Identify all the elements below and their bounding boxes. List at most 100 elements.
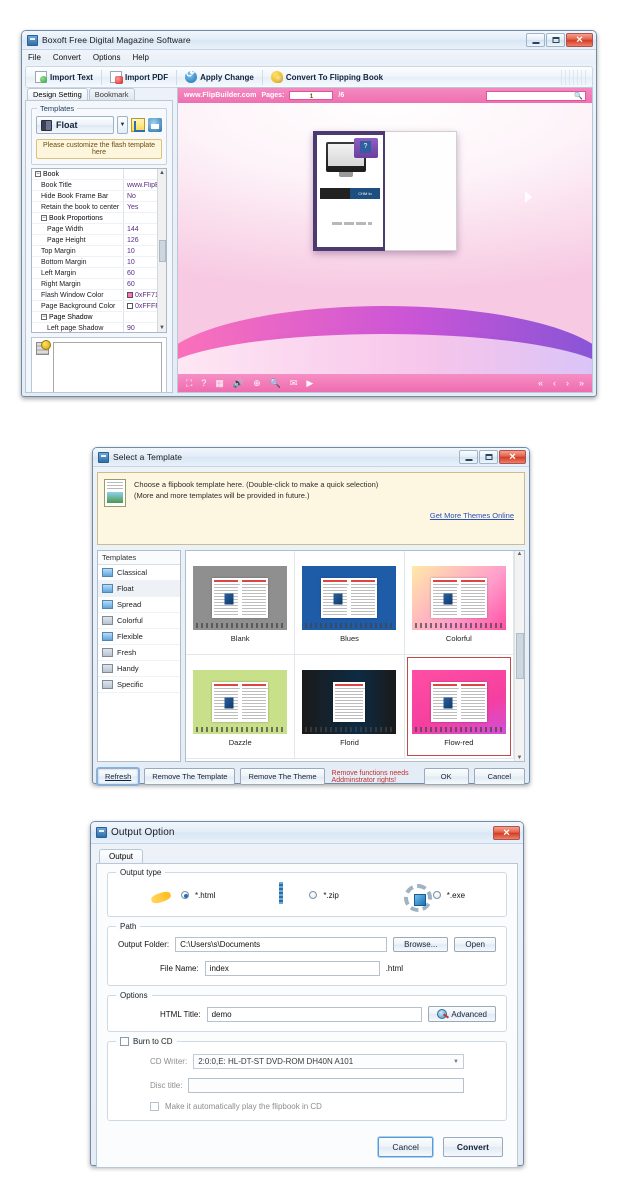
cancel-button[interactable]: Cancel: [378, 1137, 433, 1157]
import-text-button[interactable]: Import Text: [29, 69, 99, 85]
remove-theme-button[interactable]: Remove The Theme: [240, 768, 325, 785]
collapse-icon[interactable]: −: [41, 215, 47, 221]
theme-cell-florid[interactable]: Florid: [295, 655, 405, 759]
flipbook[interactable]: ? CHM to FlipBook: [313, 131, 457, 251]
scroll-up-icon[interactable]: ▲: [159, 169, 165, 177]
advanced-button[interactable]: Advanced: [428, 1006, 496, 1022]
scrollbar-thumb[interactable]: [158, 239, 166, 262]
property-grid[interactable]: −Book Book Title www.FlipBuil... Hide Bo…: [31, 168, 167, 333]
scroll-down-icon[interactable]: ▼: [159, 324, 165, 332]
cancel-button[interactable]: Cancel: [473, 768, 525, 785]
auto-play-icon[interactable]: ▶: [306, 378, 313, 389]
edit-template-icon[interactable]: [131, 118, 145, 132]
menu-options[interactable]: Options: [92, 53, 122, 62]
property-row[interactable]: Top Margin 10: [32, 246, 157, 257]
output-type-html-option[interactable]: *.html: [149, 883, 215, 907]
burn-to-cd-legend[interactable]: Burn to CD: [116, 1037, 177, 1046]
property-row[interactable]: − Page Shadow: [32, 312, 157, 323]
last-page-icon[interactable]: »: [579, 378, 584, 388]
scroll-up-icon[interactable]: ▲: [517, 551, 523, 557]
collapse-icon[interactable]: −: [41, 314, 47, 320]
search-icon[interactable]: 🔍: [574, 92, 583, 100]
ok-button[interactable]: OK: [423, 768, 469, 785]
property-row[interactable]: Left Margin 60: [32, 268, 157, 279]
template-item-fresh[interactable]: Fresh: [98, 645, 180, 661]
collapse-icon[interactable]: −: [35, 171, 41, 177]
help-icon[interactable]: ?: [201, 378, 206, 388]
email-icon[interactable]: ✉: [290, 378, 298, 389]
book-page-left[interactable]: ? CHM to FlipBook: [313, 131, 385, 251]
property-row[interactable]: Page Background Color 0xFFFFFF: [32, 301, 157, 312]
scroll-down-icon[interactable]: ▼: [517, 755, 523, 761]
fullscreen-icon[interactable]: ⛶: [186, 378, 192, 389]
property-row[interactable]: − Book Proportions: [32, 213, 157, 224]
theme-cell-blank[interactable]: Blank: [186, 551, 296, 655]
property-row[interactable]: Bottom Margin 10: [32, 257, 157, 268]
menu-convert[interactable]: Convert: [52, 53, 82, 62]
background-image-icon[interactable]: [36, 340, 51, 355]
autoplay-row[interactable]: Make it automatically play the flipbook …: [118, 1102, 496, 1111]
output-type-zip-option[interactable]: *.zip: [277, 882, 339, 907]
theme-grid-scrollbar[interactable]: ▲ ▼: [514, 551, 524, 761]
maximize-button[interactable]: [546, 33, 565, 47]
minimize-button[interactable]: [526, 33, 545, 47]
import-pdf-button[interactable]: Import PDF: [104, 69, 174, 85]
close-button[interactable]: ✕: [493, 825, 520, 840]
property-row[interactable]: Flash Window Color 0xFF71B8: [32, 290, 157, 301]
template-item-spread[interactable]: Spread: [98, 597, 180, 613]
menu-help[interactable]: Help: [131, 53, 149, 62]
autoplay-checkbox[interactable]: [150, 1102, 159, 1111]
template-item-classical[interactable]: Classical: [98, 565, 180, 581]
theme-cell-flow-red[interactable]: Flow-red: [404, 655, 514, 759]
output-type-exe-option[interactable]: *.exe: [401, 883, 465, 907]
template-item-specific[interactable]: Specific: [98, 677, 180, 693]
property-row[interactable]: − Book: [32, 169, 157, 180]
maximize-button[interactable]: [479, 450, 498, 464]
radio-html[interactable]: [180, 891, 189, 899]
template-combo-button[interactable]: Float: [36, 116, 114, 134]
tab-output[interactable]: Output: [99, 849, 144, 863]
open-button[interactable]: Open: [454, 937, 496, 952]
page-number-input[interactable]: 1: [289, 91, 334, 100]
radio-exe[interactable]: [432, 891, 441, 899]
property-row[interactable]: Right Margin 60: [32, 279, 157, 290]
close-button[interactable]: ✕: [499, 450, 526, 464]
apply-change-button[interactable]: Apply Change: [179, 69, 260, 85]
theme-cell-colorful[interactable]: Colorful: [404, 551, 514, 655]
sound-icon[interactable]: 🔊: [233, 378, 244, 389]
close-button[interactable]: ✕: [566, 33, 593, 47]
disc-title-input[interactable]: [188, 1078, 464, 1093]
background-preview-pane[interactable]: [31, 337, 167, 392]
theme-cell-dazzle[interactable]: Dazzle: [186, 655, 296, 759]
convert-button[interactable]: Convert: [442, 1137, 503, 1157]
template-category-list[interactable]: Templates Classical Float Spread Colorfu…: [97, 550, 181, 762]
template-item-colorful[interactable]: Colorful: [98, 613, 180, 629]
get-more-themes-link[interactable]: Get More Themes Online: [430, 511, 514, 520]
property-row[interactable]: Retain the book to center Yes: [32, 202, 157, 213]
property-row[interactable]: Page Width 144: [32, 224, 157, 235]
scrollbar-thumb[interactable]: [515, 633, 524, 679]
previous-page-icon[interactable]: ‹: [553, 378, 556, 388]
template-item-float[interactable]: Float: [98, 581, 180, 597]
theme-cell-blues[interactable]: Blues: [295, 551, 405, 655]
property-row[interactable]: Left page Shadow 90: [32, 323, 157, 332]
radio-zip[interactable]: [309, 891, 318, 899]
convert-to-flipping-book-button[interactable]: Convert To Flipping Book: [265, 69, 389, 85]
thumbnails-icon[interactable]: ▦: [215, 378, 224, 389]
search-icon[interactable]: 🔍: [270, 378, 281, 389]
refresh-button[interactable]: Refresh: [95, 767, 141, 786]
browse-button[interactable]: Browse...: [393, 937, 449, 952]
tab-design-setting[interactable]: Design Setting: [27, 88, 88, 100]
html-title-input[interactable]: demo: [206, 1006, 423, 1022]
template-item-flexible[interactable]: Flexible: [98, 629, 180, 645]
property-row[interactable]: Book Title www.FlipBuil...: [32, 180, 157, 191]
template-item-handy[interactable]: Handy: [98, 661, 180, 677]
book-page-right[interactable]: [385, 131, 457, 251]
preview-search-input[interactable]: 🔍: [486, 90, 586, 101]
menu-file[interactable]: File: [27, 53, 42, 62]
remove-template-button[interactable]: Remove The Template: [144, 768, 236, 785]
next-page-arrow-icon[interactable]: [525, 191, 532, 203]
burn-to-cd-checkbox[interactable]: [120, 1037, 129, 1046]
property-row[interactable]: Hide Book Frame Bar No: [32, 191, 157, 202]
save-template-icon[interactable]: [148, 118, 162, 132]
